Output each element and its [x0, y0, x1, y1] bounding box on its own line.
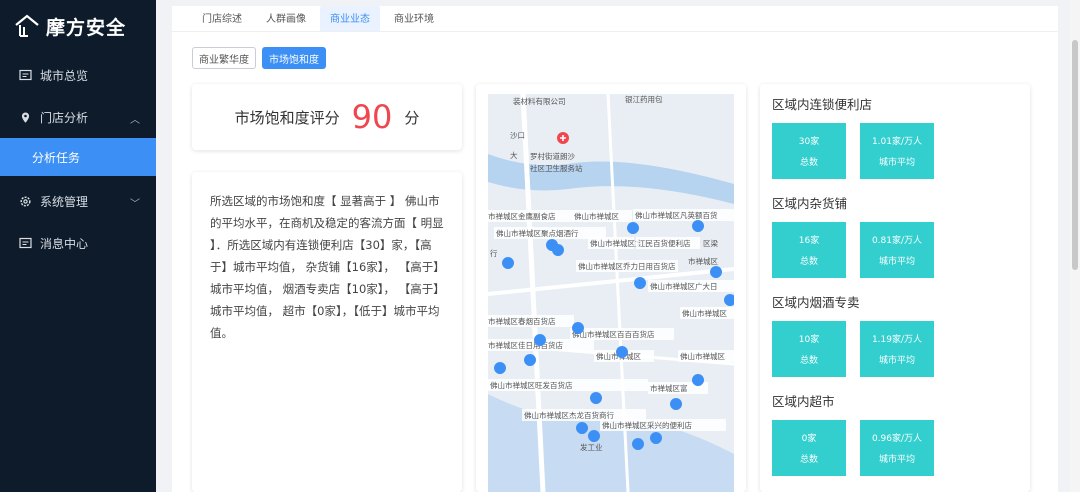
chevron-down-icon: ﹀ — [130, 199, 140, 210]
tab-business-environment[interactable]: 商业环境 — [384, 10, 444, 31]
stat-section-convenience: 区域内连锁便利店 30家 总数 1.01家/万人 城市平均 — [772, 94, 1018, 179]
stat-count-label: 总数 — [799, 257, 818, 267]
section-title: 区域内烟酒专卖 — [772, 295, 860, 310]
page-scrollbar[interactable] — [1070, 0, 1080, 492]
map-label: 佛山市禅城区 — [680, 351, 725, 361]
stat-total-box: 0家 总数 — [772, 420, 846, 476]
map-label: 市禅城区金鹰副食店 — [488, 211, 556, 221]
stat-total-box: 30家 总数 — [772, 123, 846, 179]
stat-count: 30家 — [798, 137, 820, 147]
map-label: 区梁 — [703, 239, 718, 248]
market-saturation-button[interactable]: 市场饱和度 — [262, 47, 326, 69]
section-title: 区域内杂货铺 — [772, 196, 848, 211]
map-label: 行 — [490, 248, 498, 258]
stat-count: 0家 — [801, 434, 817, 444]
tab-bar: 门店综述 人群画像 商业业态 商业环境 — [172, 6, 1058, 32]
location-pin-icon — [18, 110, 32, 124]
stat-avg-box: 1.01家/万人 城市平均 — [860, 123, 934, 179]
section-title: 区域内超市 — [772, 394, 835, 409]
hospital-icon — [557, 132, 569, 144]
score-value: 90 — [351, 98, 393, 136]
stat-avg: 0.96家/万人 — [871, 434, 923, 444]
map-label: 银江药用包 — [625, 94, 663, 104]
sidebar: 摩方安全 城市总览 门店分析 ︿ 分析任务 系统管理 ﹀ 消息中心 — [0, 0, 156, 492]
stat-count-label: 总数 — [799, 455, 818, 465]
chat-icon — [18, 68, 32, 82]
map-label: 市禅城区富 — [650, 383, 688, 393]
map-label: 江民百货便利店 — [638, 238, 691, 248]
map-label: 佛山市禅城区凡英额百货 — [635, 210, 718, 220]
sidebar-item-message-center[interactable]: 消息中心 — [0, 222, 156, 264]
stat-avg-label: 城市平均 — [878, 455, 915, 465]
map-label: 佛山市禅城区广大日 — [650, 281, 718, 291]
map-label: 罗村街道朗沙 — [530, 151, 575, 161]
map-label: 佛山市禅城区 — [682, 308, 727, 318]
map-label: 市禅城区 — [688, 256, 718, 266]
map-label: 市禅城区春烟百货店 — [488, 316, 556, 326]
map-label: 佛山市禅城区 — [574, 211, 619, 221]
sidebar-item-label: 城市总览 — [40, 68, 89, 83]
tab-store-overview[interactable]: 门店综述 — [192, 10, 252, 31]
map-label: 社区卫生服务站 — [530, 163, 583, 173]
stat-avg: 1.01家/万人 — [871, 137, 923, 147]
stat-count-label: 总数 — [799, 158, 818, 168]
map[interactable]: 装材料有限公司 银江药用包 沙口 大 罗村街道朗沙 社区卫生服务站 市禅城区金鹰… — [488, 94, 734, 492]
business-prosperity-button[interactable]: 商业繁华度 — [192, 47, 256, 69]
tab-business-format[interactable]: 商业业态 — [320, 6, 380, 31]
score-unit: 分 — [404, 108, 420, 127]
scrollbar-thumb[interactable] — [1072, 40, 1078, 270]
sidebar-item-store-analysis[interactable]: 门店分析 ︿ — [0, 96, 156, 138]
cube-logo-icon — [15, 14, 39, 37]
stat-section-grocery: 区域内杂货铺 16家 总数 0.81家/万人 城市平均 — [772, 193, 1018, 278]
map-label: 沙口 — [510, 131, 525, 140]
stat-avg-label: 城市平均 — [878, 356, 915, 366]
sidebar-item-city-overview[interactable]: 城市总览 — [0, 54, 156, 96]
map-label: 佛山市禅城区乔力日用百货店 — [578, 261, 676, 271]
map-canvas[interactable]: 装材料有限公司 银江药用包 沙口 大 罗村街道朗沙 社区卫生服务站 市禅城区金鹰… — [488, 94, 734, 492]
stat-avg-label: 城市平均 — [878, 158, 915, 168]
chevron-up-icon: ︿ — [130, 115, 140, 126]
map-card: 装材料有限公司 银江药用包 沙口 大 罗村街道朗沙 社区卫生服务站 市禅城区金鹰… — [476, 84, 746, 492]
stat-avg-box: 0.81家/万人 城市平均 — [860, 222, 934, 278]
description-text: 所选区域的市场饱和度【 显著高于 】 佛山市的平均水平，在商机及稳定的客流方面【… — [210, 194, 444, 340]
stat-total-box: 16家 总数 — [772, 222, 846, 278]
map-label: 佛山市禅城区百百百货店 — [572, 329, 655, 339]
stat-section-supermarket: 区域内超市 0家 总数 0.96家/万人 城市平均 — [772, 391, 1018, 476]
stat-avg-box: 0.96家/万人 城市平均 — [860, 420, 934, 476]
sidebar-item-system-management[interactable]: 系统管理 ﹀ — [0, 180, 156, 222]
sidebar-subitem-analysis-task[interactable]: 分析任务 — [0, 138, 156, 176]
map-label: 装材料有限公司 — [513, 96, 566, 106]
gear-icon — [18, 194, 32, 208]
section-title: 区域内连锁便利店 — [772, 97, 873, 112]
message-icon — [18, 236, 32, 250]
stat-avg: 1.19家/万人 — [871, 335, 923, 345]
stat-avg: 0.81家/万人 — [871, 236, 923, 246]
app-logo-text: 摩方安全 — [46, 16, 127, 39]
stats-card: 区域内连锁便利店 30家 总数 1.01家/万人 城市平均 区域内杂货铺 16家… — [760, 84, 1030, 492]
stat-count: 10家 — [798, 335, 820, 345]
map-label: 佛山市禅城区杰龙百货商行 — [524, 410, 614, 420]
sidebar-item-label: 门店分析 — [40, 110, 89, 125]
stat-count-label: 总数 — [799, 356, 818, 366]
map-label: 佛山市禅城区旺发百货店 — [490, 380, 573, 390]
map-label: 发工业 — [580, 442, 603, 452]
stat-count: 16家 — [798, 236, 820, 246]
app-logo: 摩方安全 — [0, 0, 156, 52]
sidebar-item-label: 消息中心 — [40, 236, 89, 251]
stat-avg-box: 1.19家/万人 城市平均 — [860, 321, 934, 377]
map-label: 佛山市禅城区聚点烟酒行 — [496, 228, 579, 238]
stat-section-tobacco: 区域内烟酒专卖 10家 总数 1.19家/万人 城市平均 — [772, 292, 1018, 377]
score-label: 市场饱和度评分 — [234, 108, 340, 127]
stat-total-box: 10家 总数 — [772, 321, 846, 377]
description-card: 所选区域的市场饱和度【 显著高于 】 佛山市的平均水平，在商机及稳定的客流方面【… — [192, 172, 462, 492]
map-label: 市禅城区佳日用百货店 — [488, 340, 563, 350]
map-label: 大 — [510, 150, 518, 160]
map-label: 佛山市禅城区采兴的便利店 — [602, 420, 692, 430]
sidebar-item-label: 系统管理 — [40, 194, 89, 209]
score-card: 市场饱和度评分 90 分 — [192, 84, 462, 150]
stat-avg-label: 城市平均 — [878, 257, 915, 267]
tab-crowd-portrait[interactable]: 人群画像 — [256, 10, 316, 31]
